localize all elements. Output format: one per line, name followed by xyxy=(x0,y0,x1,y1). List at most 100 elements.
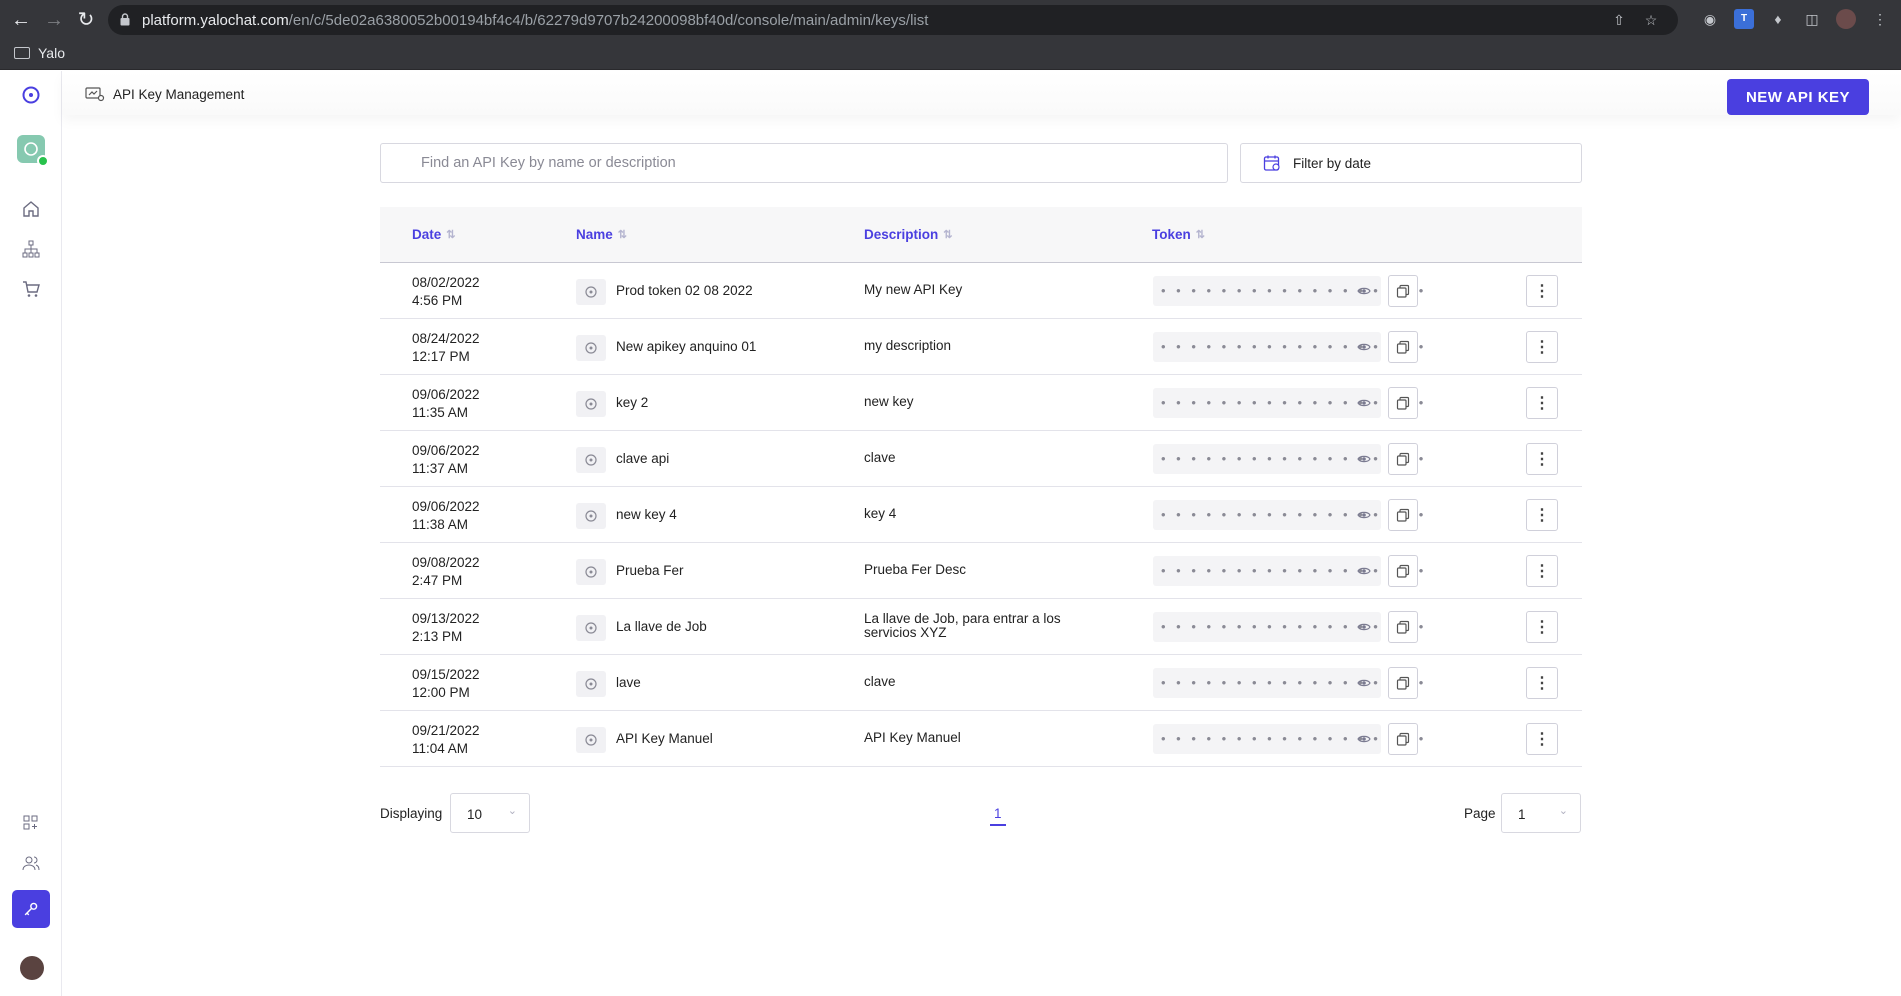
description-cell: clave xyxy=(864,450,896,465)
column-header-token[interactable]: Token ⇅ xyxy=(1152,227,1205,242)
per-page-select[interactable]: 10 ⌄ xyxy=(450,793,530,833)
browser-menu-icon[interactable]: ⋮ xyxy=(1870,9,1890,29)
row-actions-menu-button[interactable]: ⋮ xyxy=(1526,667,1558,699)
yalo-logo-icon[interactable] xyxy=(19,83,43,107)
column-header-description[interactable]: Description ⇅ xyxy=(864,227,952,242)
eye-icon[interactable] xyxy=(1357,397,1371,409)
side-panel-icon[interactable]: ◫ xyxy=(1802,9,1822,29)
reload-icon[interactable]: ↻ xyxy=(75,9,97,31)
description-cell: Prueba Fer Desc xyxy=(864,562,967,577)
name-cell: key 2 xyxy=(616,395,649,410)
filter-by-date-button[interactable]: Filter by date xyxy=(1240,143,1582,183)
eye-icon[interactable] xyxy=(1357,285,1371,297)
more-vertical-icon: ⋮ xyxy=(1534,451,1550,468)
key-type-icon xyxy=(576,559,606,585)
date-value: 09/15/2022 xyxy=(412,667,480,682)
address-bar[interactable]: platform.yalochat.com/en/c/5de02a6380052… xyxy=(108,5,1678,35)
eye-icon[interactable] xyxy=(1357,677,1371,689)
row-actions-menu-button[interactable]: ⋮ xyxy=(1526,443,1558,475)
flow-diagram-icon[interactable] xyxy=(19,237,43,261)
row-actions-menu-button[interactable]: ⋮ xyxy=(1526,555,1558,587)
api-keys-nav-item[interactable] xyxy=(12,890,50,928)
extension-translate-icon[interactable]: T xyxy=(1734,9,1754,29)
more-vertical-icon: ⋮ xyxy=(1534,675,1550,692)
copy-token-button[interactable] xyxy=(1388,499,1418,531)
description-cell: La llave de Job, para entrar a los servi… xyxy=(864,611,1061,640)
description-cell: my description xyxy=(864,338,952,353)
table-row: 09/06/2022 11:38 AM new key 4 key 4 • • • • … xyxy=(380,487,1582,543)
channel-avatar[interactable] xyxy=(17,135,49,167)
copy-token-button[interactable] xyxy=(1388,555,1418,587)
profile-avatar[interactable] xyxy=(1836,9,1856,29)
description-cell: My new API Key xyxy=(864,282,963,297)
name-cell: Prod token 02 08 2022 xyxy=(616,283,753,298)
token-field: • • • • • • • • • • • • • • • • • • xyxy=(1153,332,1423,362)
row-actions-menu-button[interactable]: ⋮ xyxy=(1526,387,1558,419)
more-vertical-icon: ⋮ xyxy=(1534,731,1550,748)
back-icon[interactable]: ← xyxy=(10,9,32,31)
name-cell: new key 4 xyxy=(616,507,677,522)
eye-icon[interactable] xyxy=(1357,565,1371,577)
copy-token-button[interactable] xyxy=(1388,723,1418,755)
column-label: Description xyxy=(864,227,939,242)
date-cell: 09/06/2022 11:38 AM xyxy=(412,498,480,534)
token-field: • • • • • • • • • • • • • • • • • • xyxy=(1153,556,1423,586)
bookmark-yalo[interactable]: Yalo xyxy=(14,45,65,61)
calendar-icon xyxy=(1263,155,1280,171)
folder-icon xyxy=(14,47,30,59)
copy-token-button[interactable] xyxy=(1388,667,1418,699)
date-cell: 09/06/2022 11:37 AM xyxy=(412,442,480,478)
more-vertical-icon: ⋮ xyxy=(1534,507,1550,524)
row-actions-menu-button[interactable]: ⋮ xyxy=(1526,723,1558,755)
date-cell: 09/21/2022 11:04 AM xyxy=(412,722,480,758)
eye-icon[interactable] xyxy=(1357,509,1371,521)
copy-token-button[interactable] xyxy=(1388,275,1418,307)
bookmarks-bar: Yalo xyxy=(0,40,1901,70)
column-header-name[interactable]: Name ⇅ xyxy=(576,227,627,242)
date-cell: 08/02/2022 4:56 PM xyxy=(412,274,480,310)
page-select[interactable]: 1 ⌄ xyxy=(1501,793,1581,833)
row-actions-menu-button[interactable]: ⋮ xyxy=(1526,499,1558,531)
table-row: 09/13/2022 2:13 PM La llave de Job La llave… xyxy=(380,599,1582,655)
extensions-puzzle-icon[interactable]: ♦ xyxy=(1768,9,1788,29)
bookmark-star-icon[interactable]: ☆ xyxy=(1642,11,1660,29)
row-actions-menu-button[interactable]: ⋮ xyxy=(1526,275,1558,307)
more-vertical-icon: ⋮ xyxy=(1534,339,1550,356)
date-value: 09/08/2022 xyxy=(412,555,480,570)
token-field: • • • • • • • • • • • • • • • • • • xyxy=(1153,500,1423,530)
home-icon[interactable] xyxy=(19,197,43,221)
eye-icon[interactable] xyxy=(1357,733,1371,745)
search-input[interactable] xyxy=(380,143,1228,183)
share-icon[interactable]: ⇧ xyxy=(1610,11,1628,29)
copy-token-button[interactable] xyxy=(1388,331,1418,363)
description-cell: new key xyxy=(864,394,914,409)
browser-toolbar: ← → ↻ platform.yalochat.com/en/c/5de02a6… xyxy=(0,0,1901,40)
cart-icon[interactable] xyxy=(19,277,43,301)
eye-icon[interactable] xyxy=(1357,341,1371,353)
copy-token-button[interactable] xyxy=(1388,387,1418,419)
row-actions-menu-button[interactable]: ⋮ xyxy=(1526,331,1558,363)
forward-icon[interactable]: → xyxy=(43,9,65,31)
date-value: 09/06/2022 xyxy=(412,443,480,458)
name-cell: La llave de Job xyxy=(616,619,707,634)
apps-grid-icon[interactable] xyxy=(19,811,43,835)
token-field: • • • • • • • • • • • • • • • • • • xyxy=(1153,612,1423,642)
eye-icon[interactable] xyxy=(1357,453,1371,465)
key-type-icon xyxy=(576,335,606,361)
copy-token-button[interactable] xyxy=(1388,611,1418,643)
name-cell: Prueba Fer xyxy=(616,563,684,578)
page-number-link[interactable]: 1 xyxy=(990,806,1006,826)
api-key-management-icon xyxy=(85,87,105,102)
user-avatar[interactable] xyxy=(20,956,44,980)
pagination: Displaying 10 ⌄ 1 Page 1 ⌄ xyxy=(380,793,1582,833)
key-icon xyxy=(24,902,38,916)
table-row: 08/02/2022 4:56 PM Prod token 02 08 2022 My… xyxy=(380,263,1582,319)
extension-g-icon[interactable]: ◉ xyxy=(1700,9,1720,29)
users-icon[interactable] xyxy=(19,851,43,875)
eye-icon[interactable] xyxy=(1357,621,1371,633)
column-header-date[interactable]: Date ⇅ xyxy=(412,227,455,242)
copy-token-button[interactable] xyxy=(1388,443,1418,475)
new-api-key-button[interactable]: NEW API KEY xyxy=(1727,79,1869,115)
row-actions-menu-button[interactable]: ⋮ xyxy=(1526,611,1558,643)
table-header: Date ⇅ Name ⇅ Description ⇅ Token ⇅ xyxy=(380,207,1582,263)
